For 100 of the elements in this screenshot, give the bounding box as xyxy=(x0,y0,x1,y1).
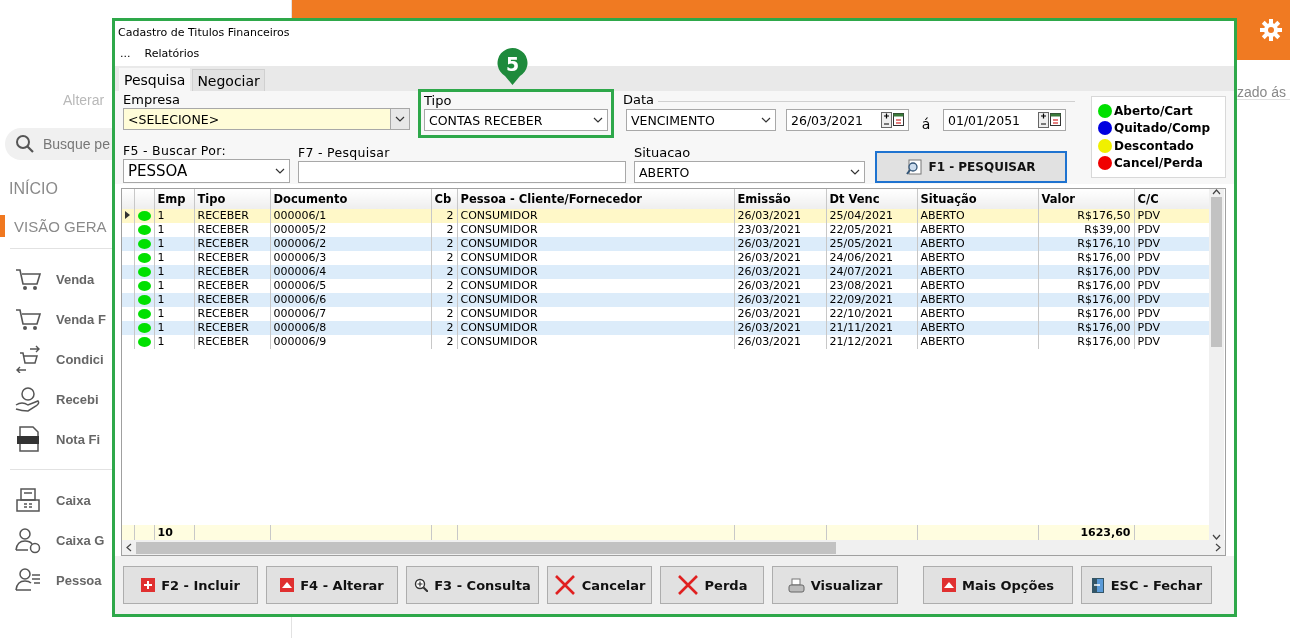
table-cell: RECEBER xyxy=(194,321,270,335)
action-button[interactable]: Cancelar xyxy=(547,566,652,604)
type-dropdown[interactable]: CONTAS RECEBER xyxy=(424,109,608,131)
status-dropdown[interactable]: ABERTO xyxy=(634,161,865,183)
column-header[interactable]: Emp xyxy=(154,189,194,209)
table-cell: 000006/9 xyxy=(270,335,431,349)
zoom-in-icon xyxy=(414,578,429,592)
table-cell: RECEBER xyxy=(194,209,270,223)
action-button[interactable]: Mais Opções xyxy=(923,566,1073,604)
menu-item[interactable]: Caixa xyxy=(56,492,91,508)
tab[interactable]: Negociar xyxy=(192,69,265,91)
action-button[interactable]: F4 - Alterar xyxy=(266,566,398,604)
menu-item[interactable]: Venda xyxy=(56,271,95,287)
hand-coin-icon xyxy=(14,385,42,413)
table-cell: 1 xyxy=(154,209,194,223)
table-cell: CONSUMIDOR xyxy=(457,293,734,307)
table-cell: CONSUMIDOR xyxy=(457,335,734,349)
table-cell: 24/07/2021 xyxy=(826,265,917,279)
table-cell: CONSUMIDOR xyxy=(457,209,734,223)
search-input[interactable] xyxy=(298,161,626,183)
table-row[interactable]: 1 RECEBER 000006/8 2 CONSUMIDOR 26/03/2021 21/11/2021 ABERTO R$176,00 PDV xyxy=(122,321,1209,335)
action-button[interactable]: F3 - Consulta xyxy=(406,566,539,604)
person-list-icon xyxy=(14,566,42,594)
search-button[interactable]: F1 - PESQUISAR xyxy=(875,151,1067,183)
calendar-icon[interactable] xyxy=(1050,112,1061,126)
table-cell: 26/03/2021 xyxy=(734,265,826,279)
menu-item[interactable]: Relatórios xyxy=(144,47,200,66)
scroll-thumb[interactable] xyxy=(1211,197,1222,347)
document-icon xyxy=(14,425,42,453)
table-cell: 000006/8 xyxy=(270,321,431,335)
column-header[interactable]: C/C xyxy=(1134,189,1209,209)
scroll-up-icon[interactable] xyxy=(1212,189,1221,195)
table-cell: 000006/4 xyxy=(270,265,431,279)
table-cell: R$176,00 xyxy=(1038,293,1134,307)
table-row[interactable]: 1 RECEBER 000006/6 2 CONSUMIDOR 26/03/2021 22/09/2021 ABERTO R$176,00 PDV xyxy=(122,293,1209,307)
table-cell: 26/03/2021 xyxy=(734,209,826,223)
scroll-left-icon[interactable] xyxy=(126,543,132,552)
spin-icon[interactable] xyxy=(1038,112,1049,128)
printer-icon xyxy=(787,577,805,593)
column-header[interactable]: Dt Venc xyxy=(826,189,917,209)
column-header[interactable]: Situação xyxy=(917,189,1038,209)
action-button[interactable]: Perda xyxy=(660,566,764,604)
table-cell: 2 xyxy=(431,237,457,251)
scroll-down-icon[interactable] xyxy=(1212,534,1221,540)
action-button[interactable]: F2 - Incluir xyxy=(123,566,258,604)
table-cell: 1 xyxy=(154,265,194,279)
date-type-dropdown[interactable]: VENCIMENTO xyxy=(626,109,776,131)
column-header[interactable]: Pessoa - Cliente/Fornecedor xyxy=(457,189,734,209)
date-field[interactable]: 01/01/2051 xyxy=(943,109,1066,131)
menu-item[interactable]: Recebi xyxy=(56,391,99,407)
table-row[interactable]: 1 RECEBER 000006/9 2 CONSUMIDOR 26/03/2021 21/12/2021 ABERTO R$176,00 PDV xyxy=(122,335,1209,349)
table-cell: 21/11/2021 xyxy=(826,321,917,335)
table-cell: ABERTO xyxy=(917,321,1038,335)
scroll-thumb[interactable] xyxy=(136,541,836,554)
field-label: Data xyxy=(623,91,655,108)
menu-item[interactable]: ... xyxy=(120,47,131,66)
menu-item[interactable]: Pessoa xyxy=(56,572,102,588)
menu-item[interactable]: VISÃO GERA xyxy=(14,217,107,235)
cart-arrows-icon xyxy=(14,345,42,373)
table-cell: ABERTO xyxy=(917,209,1038,223)
field-label: F7 - Pesquisar xyxy=(298,145,391,161)
menu-item[interactable]: Caixa G xyxy=(56,532,105,548)
tab[interactable]: Pesquisa xyxy=(119,68,191,91)
company-dropdown[interactable]: <SELECIONE> xyxy=(123,108,410,130)
scroll-right-icon[interactable] xyxy=(1215,543,1221,552)
date-separator: á xyxy=(920,115,932,132)
table-cell: 25/05/2021 xyxy=(826,237,917,251)
column-header[interactable]: Emissão xyxy=(734,189,826,209)
row-pointer-icon xyxy=(125,211,130,219)
calendar-icon[interactable] xyxy=(893,112,904,126)
table-row[interactable]: 1 RECEBER 000006/2 2 CONSUMIDOR 26/03/2021 25/05/2021 ABERTO R$176,10 PDV xyxy=(122,237,1209,251)
column-header[interactable]: Tipo xyxy=(194,189,270,209)
legend-label: Descontado xyxy=(1114,138,1194,153)
menu-item[interactable]: Venda F xyxy=(56,311,106,327)
table-row[interactable]: 1 RECEBER 000006/4 2 CONSUMIDOR 26/03/2021 24/07/2021 ABERTO R$176,00 PDV xyxy=(122,265,1209,279)
active-indicator xyxy=(0,215,5,237)
vertical-scrollbar[interactable] xyxy=(1209,189,1224,540)
spin-icon[interactable] xyxy=(881,112,892,128)
date-field[interactable]: 26/03/2021 xyxy=(786,109,909,131)
table-cell: RECEBER xyxy=(194,237,270,251)
table-cell: 21/12/2021 xyxy=(826,335,917,349)
section-label: INÍCIO xyxy=(9,180,58,199)
column-header[interactable]: Valor xyxy=(1038,189,1134,209)
table-cell: ABERTO xyxy=(917,265,1038,279)
menu-item[interactable]: Nota Fi xyxy=(56,431,101,447)
table-row[interactable]: 1 RECEBER 000006/1 2 CONSUMIDOR 26/03/2021 25/04/2021 ABERTO R$176,50 PDV xyxy=(122,209,1209,223)
action-button[interactable]: ESC - Fechar xyxy=(1081,566,1212,604)
search-by-dropdown[interactable]: PESSOA xyxy=(123,159,290,183)
settings-icon[interactable] xyxy=(1260,19,1282,41)
table-cell: 1 xyxy=(154,335,194,349)
table-cell: 2 xyxy=(431,335,457,349)
table-cell: CONSUMIDOR xyxy=(457,321,734,335)
column-header[interactable]: Cb xyxy=(431,189,457,209)
menu-item[interactable]: Condici xyxy=(56,351,104,367)
updated-note: zado ás xyxy=(1236,84,1286,99)
legend-label: Quitado/Comp xyxy=(1114,121,1211,136)
action-button[interactable]: Visualizar xyxy=(772,566,898,604)
table-cell: 000006/1 xyxy=(270,209,431,223)
horizontal-scrollbar[interactable] xyxy=(122,540,1225,555)
column-header[interactable]: Documento xyxy=(270,189,431,209)
